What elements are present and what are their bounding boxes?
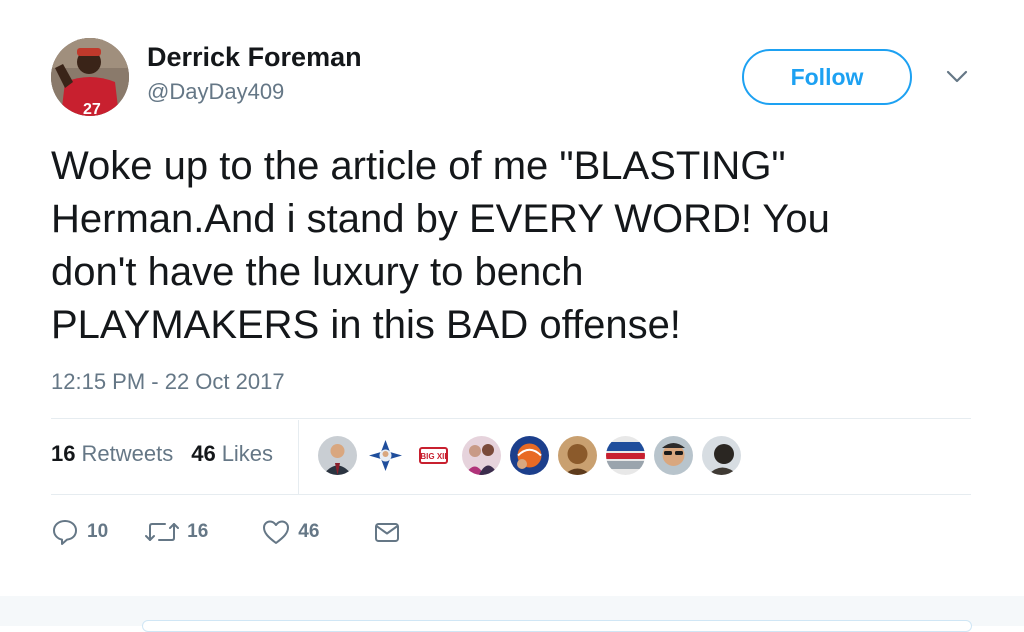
svg-text:27: 27 xyxy=(83,101,101,116)
divider-top xyxy=(51,418,971,419)
author-name[interactable]: Derrick Foreman xyxy=(147,40,362,74)
liker-avatar-portrait-icon xyxy=(558,436,597,475)
reply-action[interactable]: 10 xyxy=(51,518,108,546)
retweet-icon xyxy=(145,523,180,541)
tweet-actions: 10 16 46 xyxy=(51,518,401,546)
reply-count: 10 xyxy=(87,521,109,542)
liker-avatar-badge[interactable] xyxy=(606,436,645,475)
tweet-stats: 16 Retweets 46 Likes xyxy=(51,440,273,468)
liker-avatar-team-logo[interactable] xyxy=(366,436,405,475)
likes-stat[interactable]: 46 Likes xyxy=(191,440,273,468)
liker-avatar-badge-icon xyxy=(606,436,645,475)
like-count: 46 xyxy=(298,521,320,542)
liker-avatar-suit-icon xyxy=(318,436,357,475)
liker-avatar-portrait[interactable] xyxy=(558,436,597,475)
liker-avatar-mets[interactable] xyxy=(510,436,549,475)
retweet-action[interactable]: 16 xyxy=(145,518,208,546)
tweet-timestamp[interactable]: 12:15 PM - 22 Oct 2017 xyxy=(51,368,285,396)
stats-separator xyxy=(298,420,299,495)
retweets-count: 16 xyxy=(51,441,76,466)
liker-avatar-big-xii[interactable]: BIG XII xyxy=(414,436,453,475)
liker-avatar-silhouette[interactable] xyxy=(702,436,741,475)
liker-avatar-couple-icon xyxy=(462,436,501,475)
follow-button[interactable]: Follow xyxy=(742,49,912,105)
liker-avatars: BIG XII xyxy=(318,436,741,475)
liker-avatar-sunglasses[interactable] xyxy=(654,436,693,475)
retweets-stat[interactable]: 16 Retweets xyxy=(51,440,173,468)
likes-label: Likes xyxy=(221,441,274,466)
author-handle[interactable]: @DayDay409 xyxy=(147,78,284,106)
chevron-down-icon[interactable] xyxy=(944,66,970,86)
liker-avatar-couple[interactable] xyxy=(462,436,501,475)
reply-icon xyxy=(53,520,77,545)
liker-logo-text: BIG XII xyxy=(420,452,446,461)
retweet-count: 16 xyxy=(187,521,209,542)
reply-input-edge[interactable] xyxy=(142,620,972,632)
likes-count: 46 xyxy=(191,441,216,466)
author-avatar[interactable]: 27 xyxy=(51,38,129,116)
liker-avatar-sunglasses-icon xyxy=(654,436,693,475)
user-avatar-red-jersey-icon: 27 xyxy=(51,38,129,116)
direct-message-action[interactable] xyxy=(373,518,401,546)
heart-icon xyxy=(263,520,290,544)
retweets-label: Retweets xyxy=(81,441,174,466)
divider-bottom xyxy=(51,494,971,495)
liker-avatar-big-xii-icon: BIG XII xyxy=(414,436,453,475)
liker-avatar-suit[interactable] xyxy=(318,436,357,475)
liker-avatar-silhouette-icon xyxy=(702,436,741,475)
liker-avatar-mets-icon xyxy=(510,436,549,475)
envelope-icon xyxy=(375,523,400,542)
liker-avatar-team-logo-icon xyxy=(366,436,405,475)
tweet-text: Woke up to the article of me "BLASTING" … xyxy=(51,144,830,347)
like-action[interactable]: 46 xyxy=(262,518,319,546)
